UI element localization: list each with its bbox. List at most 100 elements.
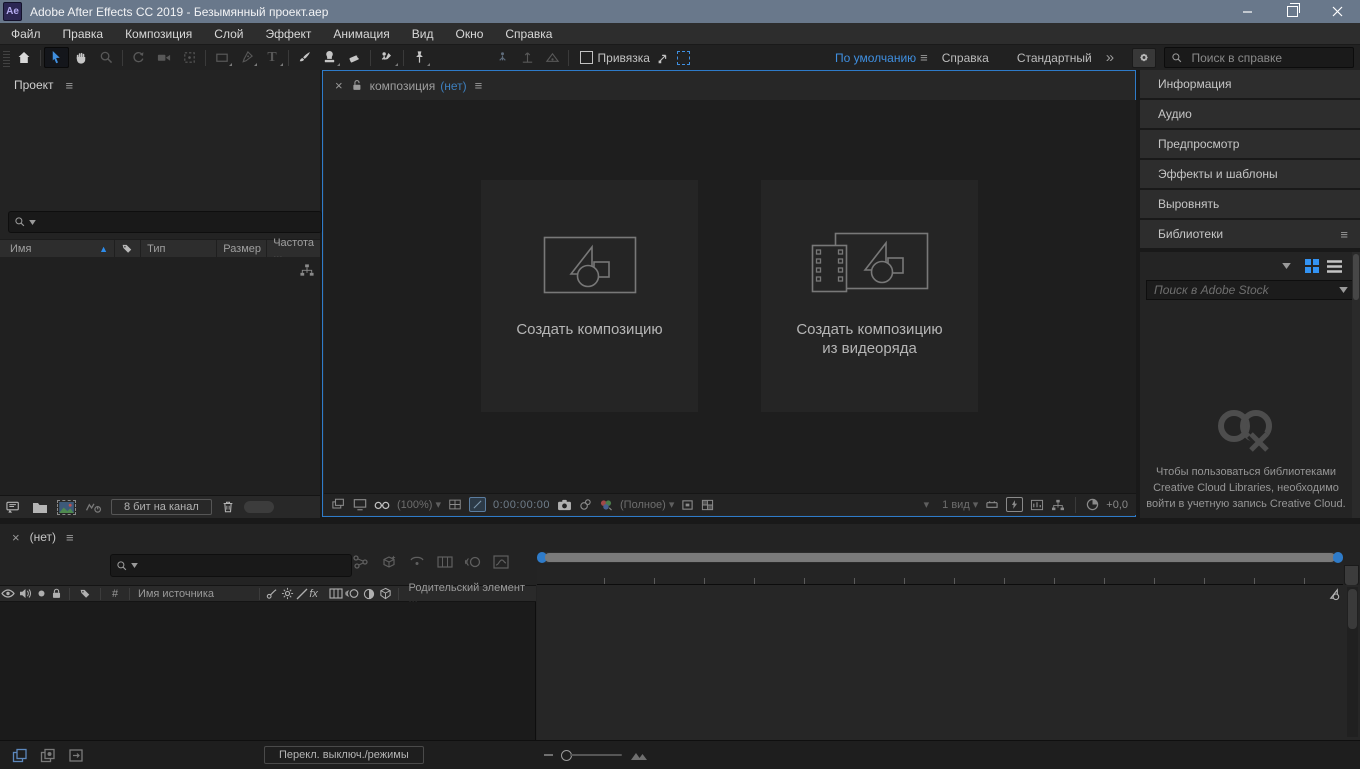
axis-mode-view[interactable] xyxy=(540,47,565,68)
menu-window[interactable]: Окно xyxy=(444,23,494,44)
scrollbar-end-handle[interactable] xyxy=(1333,552,1343,563)
interpret-footage-icon[interactable] xyxy=(6,500,23,514)
composition-panel-menu-icon[interactable]: ≡ xyxy=(475,78,483,93)
timeline-ruler[interactable] xyxy=(537,565,1343,585)
axis-mode-world[interactable] xyxy=(515,47,540,68)
help-search-input[interactable] xyxy=(1189,50,1347,66)
layer-number-column[interactable]: # xyxy=(105,588,125,600)
graph-editor-icon[interactable] xyxy=(492,554,510,570)
clone-stamp-tool[interactable] xyxy=(317,47,342,68)
roto-brush-tool[interactable] xyxy=(374,47,399,68)
frame-blending-icon[interactable] xyxy=(436,554,454,570)
list-view-button[interactable] xyxy=(1327,260,1342,273)
timeline-button-icon[interactable] xyxy=(1030,499,1044,511)
caret-down-icon[interactable]: ▾ xyxy=(924,498,930,511)
expand-layer-switches-icon[interactable] xyxy=(12,748,28,763)
video-visibility-icon[interactable] xyxy=(0,588,17,599)
composition-panel-tab[interactable]: × композиция (нет) ≡ xyxy=(323,71,1135,100)
pan-behind-tool[interactable] xyxy=(177,47,202,68)
minimize-button[interactable] xyxy=(1225,0,1270,23)
exposure-value[interactable]: +0,0 xyxy=(1106,499,1128,511)
column-size[interactable]: Размер xyxy=(217,240,267,257)
project-flowchart-icon[interactable] xyxy=(299,263,315,278)
snapshot-camera-icon[interactable] xyxy=(557,499,572,511)
sort-ascending-icon[interactable]: ▲ xyxy=(99,244,108,254)
tab-close-icon[interactable]: × xyxy=(335,78,343,93)
snap-label[interactable]: Привязка xyxy=(598,51,650,65)
scrollbar-thumb[interactable] xyxy=(1348,589,1357,629)
home-button[interactable] xyxy=(12,47,37,68)
eraser-tool[interactable] xyxy=(342,47,367,68)
column-name[interactable]: Имя ▲ xyxy=(0,240,115,257)
show-snapshot-icon[interactable] xyxy=(579,498,592,511)
stock-search-input[interactable] xyxy=(1152,282,1339,298)
trash-icon[interactable] xyxy=(221,500,235,514)
panel-tab-libraries[interactable]: Библиотеки ≡ xyxy=(1140,220,1360,248)
timeline-panel-tab[interactable]: × (нет) ≡ xyxy=(0,524,1360,550)
search-options-caret-icon[interactable] xyxy=(131,563,138,568)
shy-layers-icon[interactable] xyxy=(408,554,426,570)
zoom-in-mountains-icon[interactable] xyxy=(630,749,648,761)
audio-icon[interactable] xyxy=(17,588,34,599)
workspace-overflow-chevrons[interactable]: » xyxy=(1106,49,1114,66)
region-of-interest-icon[interactable] xyxy=(681,499,694,511)
libraries-panel-menu-icon[interactable]: ≡ xyxy=(1340,227,1348,242)
timeline-layers-columns[interactable] xyxy=(0,602,536,740)
close-button[interactable] xyxy=(1315,0,1360,23)
menu-layer[interactable]: Слой xyxy=(203,23,254,44)
transfer-controls-icon[interactable] xyxy=(40,748,56,763)
project-panel-tab[interactable]: Проект ≡ xyxy=(0,70,320,100)
resolution-dropdown[interactable]: (Полное)▾ xyxy=(620,498,674,511)
zoom-slider-track[interactable] xyxy=(570,754,622,756)
orbit-camera-tool[interactable] xyxy=(126,47,151,68)
column-rate[interactable]: Частота ... xyxy=(267,240,320,257)
fast-previews-icon[interactable] xyxy=(1006,497,1023,512)
libraries-scrollbar[interactable] xyxy=(1352,252,1360,518)
magnification-glasses-icon[interactable] xyxy=(374,499,390,511)
transparency-grid-icon[interactable] xyxy=(701,499,714,511)
grid-view-button[interactable] xyxy=(1305,259,1319,273)
new-folder-icon[interactable] xyxy=(32,501,48,514)
axis-mode-local[interactable] xyxy=(490,47,515,68)
reset-exposure-icon[interactable] xyxy=(985,499,999,511)
tab-close-icon[interactable]: × xyxy=(12,530,20,545)
hand-tool[interactable] xyxy=(69,47,94,68)
camera-tool[interactable] xyxy=(152,47,177,68)
timecode-display[interactable]: 0:00:00:00 xyxy=(493,499,550,511)
zoom-level-dropdown[interactable]: (100%)▾ xyxy=(397,498,441,511)
timeline-layers-track-area[interactable] xyxy=(537,585,1360,740)
zoom-tool[interactable] xyxy=(94,47,119,68)
audio-waveform-power-icon[interactable] xyxy=(85,501,102,514)
menu-edit[interactable]: Правка xyxy=(52,23,115,44)
toggle-switches-modes-button[interactable]: Перекл. выключ./режимы xyxy=(264,746,424,764)
timeline-vertical-scrollbar[interactable] xyxy=(1347,587,1358,737)
view-layout-dropdown[interactable]: 1 вид▾ xyxy=(942,498,978,511)
menu-composition[interactable]: Композиция xyxy=(114,23,203,44)
draft-3d-icon[interactable] xyxy=(380,554,398,570)
source-name-column[interactable]: Имя источника xyxy=(134,588,255,600)
mask-visibility-icon[interactable] xyxy=(469,497,486,512)
column-type[interactable]: Тип xyxy=(141,240,217,257)
workspace-settings-button[interactable] xyxy=(1132,48,1156,68)
unlock-icon[interactable] xyxy=(351,79,362,92)
caret-down-icon[interactable] xyxy=(1339,287,1348,293)
workspace-tab-standard[interactable]: Стандартный xyxy=(1017,51,1092,65)
scrollbar-thumb[interactable] xyxy=(1353,254,1359,300)
panel-tab-audio[interactable]: Аудио xyxy=(1140,100,1360,128)
menu-help[interactable]: Справка xyxy=(494,23,563,44)
project-panel-menu-icon[interactable]: ≡ xyxy=(66,78,74,93)
menu-file[interactable]: Файл xyxy=(0,23,52,44)
project-search-input[interactable] xyxy=(40,214,316,230)
always-preview-icon[interactable] xyxy=(332,498,346,511)
in-out-stretch-icon[interactable] xyxy=(68,748,84,763)
timeline-horizontal-scrollbar[interactable] xyxy=(537,552,1343,563)
scrollbar-bar[interactable] xyxy=(545,553,1335,562)
menu-effect[interactable]: Эффект xyxy=(254,23,322,44)
type-tool[interactable]: T xyxy=(259,47,284,68)
brush-tool[interactable] xyxy=(292,47,317,68)
comp-flowchart-icon[interactable] xyxy=(1051,499,1065,511)
panel-tab-align[interactable]: Выровнять xyxy=(1140,190,1360,218)
primary-monitor-icon[interactable] xyxy=(353,498,367,511)
restore-button[interactable] xyxy=(1270,0,1315,23)
workspace-tab-default[interactable]: По умолчанию xyxy=(835,51,916,65)
